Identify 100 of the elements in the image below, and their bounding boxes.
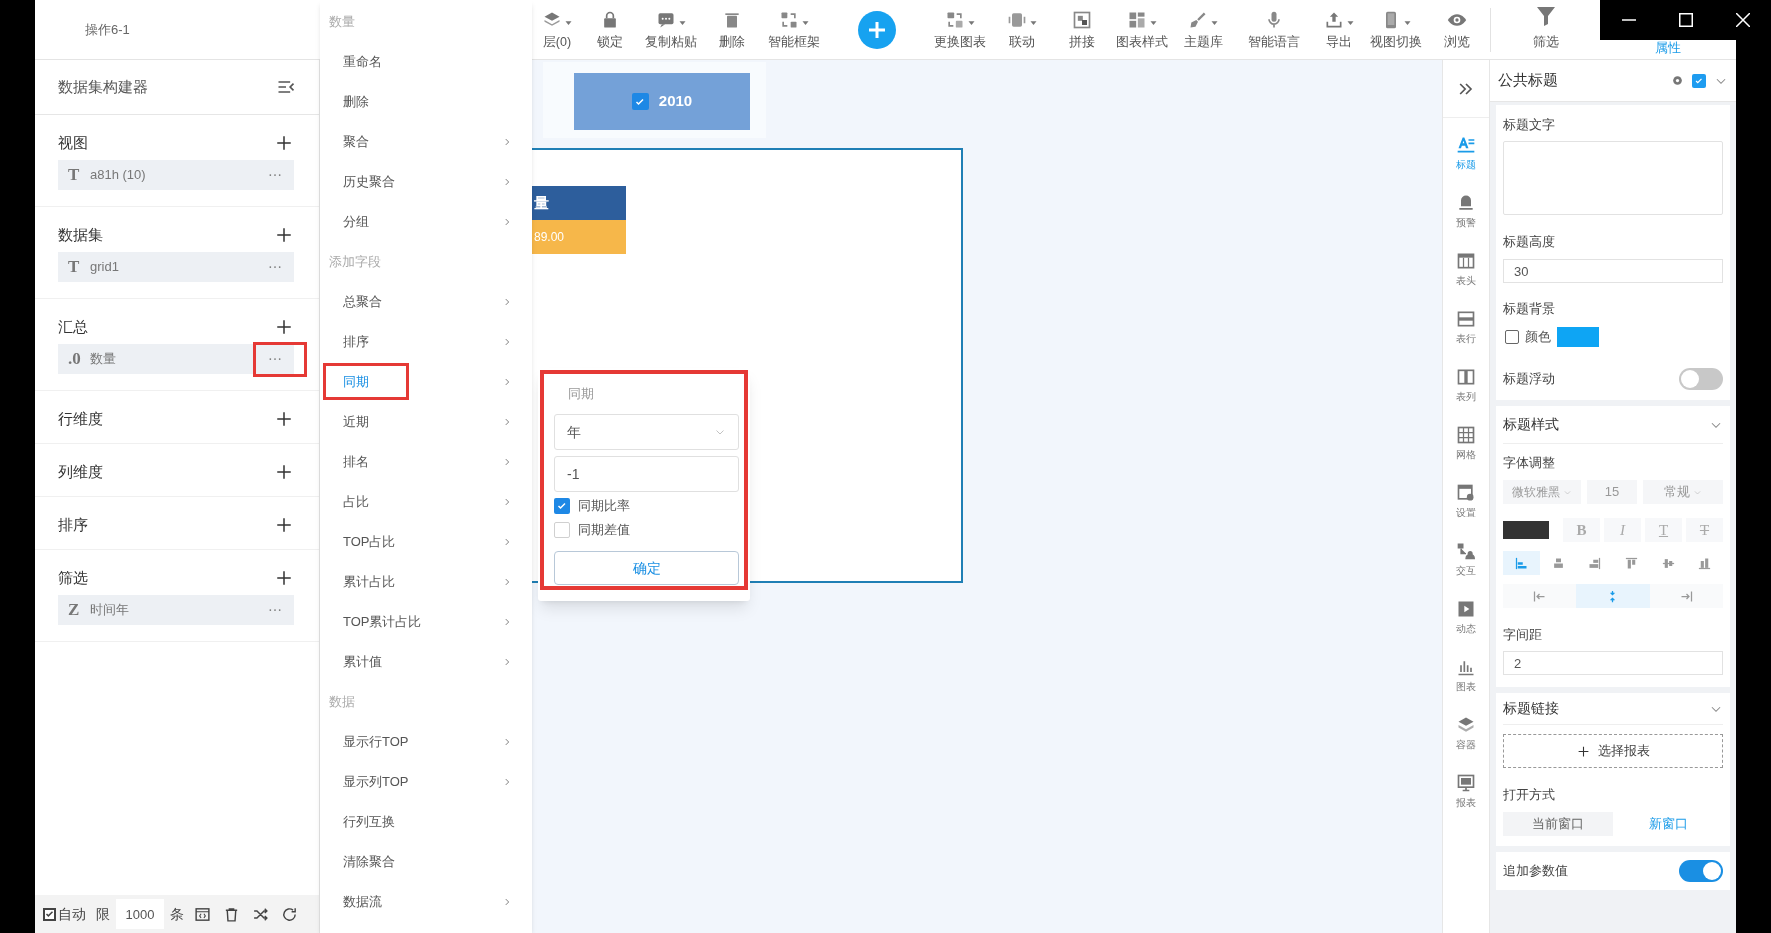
menu-item[interactable]: 行列互换: [320, 802, 532, 842]
add-button[interactable]: [274, 568, 294, 588]
side-tab[interactable]: 表行: [1443, 298, 1489, 356]
menu-item[interactable]: 排序: [320, 322, 532, 362]
caret-icon: [800, 18, 810, 28]
header-cell: 量: [532, 186, 626, 220]
plus-icon: [1576, 744, 1590, 758]
toolbar-button[interactable]: 联动: [1004, 7, 1040, 52]
align-top-icon: [1623, 555, 1639, 571]
limit-field[interactable]: 1000: [116, 899, 164, 929]
toggle-switch[interactable]: [1679, 860, 1723, 882]
menu-group-label: 添加字段: [328, 253, 382, 272]
checkbox[interactable]: [1692, 73, 1706, 88]
field-label: 字体调整: [1503, 454, 1556, 472]
panel-tab[interactable]: 筛选: [1491, 0, 1600, 59]
toolbar-button[interactable]: 更换图表: [932, 7, 988, 52]
refresh-icon: [281, 905, 298, 923]
menu-item[interactable]: 累计值: [320, 642, 532, 682]
field-chip[interactable]: T grid1: [58, 252, 294, 282]
window-title: 操作6-1: [85, 20, 130, 39]
side-tab[interactable]: 网格: [1443, 414, 1489, 472]
toolbar-button[interactable]: 智能语言: [1246, 7, 1302, 52]
menu-item[interactable]: 显示行TOP: [320, 722, 532, 762]
confirm-button[interactable]: 确定: [554, 551, 739, 585]
checkbox-label: 颜色: [1525, 328, 1551, 347]
menu-item[interactable]: 排名: [320, 442, 532, 482]
menu-item[interactable]: 数据流: [320, 882, 532, 922]
field-chip[interactable]: Z 时间年: [58, 595, 294, 625]
menu-group-label: 数量: [328, 13, 356, 32]
toolbar-button[interactable]: 拼接: [1067, 7, 1097, 52]
toolbar-button[interactable]: 智能框架: [766, 7, 822, 52]
menu-item[interactable]: 近期: [320, 402, 532, 442]
align-button[interactable]: [1503, 551, 1540, 575]
field-chip[interactable]: .0 数量: [58, 344, 294, 374]
section-title: 筛选: [58, 567, 88, 588]
checkbox[interactable]: [1505, 330, 1519, 344]
menu-item[interactable]: 累计占比: [320, 562, 532, 602]
menu-item[interactable]: 聚合: [320, 122, 532, 162]
side-tab[interactable]: 动态: [1443, 588, 1489, 646]
checkbox[interactable]: [631, 93, 649, 110]
toolbar-button[interactable]: 视图切换: [1368, 7, 1424, 52]
add-button[interactable]: [858, 10, 896, 49]
toolbar-button[interactable]: 锁定: [595, 7, 625, 52]
add-button[interactable]: [274, 133, 294, 153]
color-swatch[interactable]: [1503, 521, 1549, 539]
offset-field[interactable]: -1: [554, 456, 739, 492]
side-tab[interactable]: 设置: [1443, 472, 1489, 530]
type-mark: Z: [68, 599, 81, 622]
toolbar-button[interactable]: 浏览: [1442, 7, 1472, 52]
menu-item[interactable]: TOP占比: [320, 522, 532, 562]
type-mark: T: [68, 256, 81, 279]
toolbar-button[interactable]: 层(0): [539, 7, 575, 52]
menu-item[interactable]: 同期: [320, 362, 532, 402]
toolbar-button[interactable]: 复制粘贴: [643, 7, 699, 52]
side-tab[interactable]: 报表: [1443, 762, 1489, 820]
menu-item[interactable]: 占比: [320, 482, 532, 522]
side-tab[interactable]: 表列: [1443, 356, 1489, 414]
add-button[interactable]: [274, 515, 294, 535]
side-tab[interactable]: 容器: [1443, 704, 1489, 762]
checkbox[interactable]: [43, 907, 56, 921]
select-report-button[interactable]: 选择报表: [1503, 734, 1723, 768]
panel-title: 数据集构建器: [58, 76, 148, 97]
checkbox-label: 同期差值: [578, 521, 630, 540]
field-name: 时间年: [90, 601, 129, 620]
add-button[interactable]: [274, 317, 294, 337]
grid-icon: [1456, 424, 1476, 445]
monitor-icon: [1456, 772, 1476, 793]
toggle-switch[interactable]: [1679, 368, 1723, 390]
add-button[interactable]: [274, 409, 294, 429]
side-tab[interactable]: 表头: [1443, 240, 1489, 298]
toolbar-button[interactable]: 删除: [717, 7, 747, 52]
menu-item[interactable]: 分组: [320, 202, 532, 242]
menu-item[interactable]: 显示列TOP: [320, 762, 532, 802]
text-field[interactable]: 2: [1503, 651, 1723, 675]
side-tab[interactable]: 交互: [1443, 530, 1489, 588]
add-button[interactable]: [274, 462, 294, 482]
checkbox-label: 自动: [58, 904, 86, 924]
plus-icon: [275, 569, 293, 587]
toolbar-button[interactable]: 导出: [1321, 7, 1357, 52]
toolbar-button[interactable]: 图表样式: [1114, 7, 1170, 52]
menu-item[interactable]: 历史聚合: [320, 162, 532, 202]
add-button[interactable]: [274, 225, 294, 245]
color-swatch[interactable]: [1557, 327, 1599, 347]
field-chip[interactable]: T a81h (10): [58, 160, 294, 190]
menu-item[interactable]: 总聚合: [320, 282, 532, 322]
toolbar-button[interactable]: 主题库: [1181, 7, 1225, 52]
side-tab[interactable]: 预警: [1443, 182, 1489, 240]
section-title: 汇总: [58, 316, 88, 337]
menu-item[interactable]: TOP累计占比: [320, 602, 532, 642]
menu-item[interactable]: 重命名: [320, 42, 532, 82]
field-label: 打开方式: [1503, 786, 1556, 804]
menu-item[interactable]: 清除聚合: [320, 842, 532, 882]
type-mark: .0: [68, 348, 82, 371]
period-select[interactable]: 年: [554, 414, 739, 450]
minimize-icon: [1621, 19, 1636, 21]
menu-item[interactable]: 删除: [320, 82, 532, 122]
table-cell: 89.00: [532, 220, 626, 254]
checkbox[interactable]: [554, 498, 570, 514]
side-tab[interactable]: 图表: [1443, 646, 1489, 704]
text-field[interactable]: 30: [1503, 259, 1723, 283]
